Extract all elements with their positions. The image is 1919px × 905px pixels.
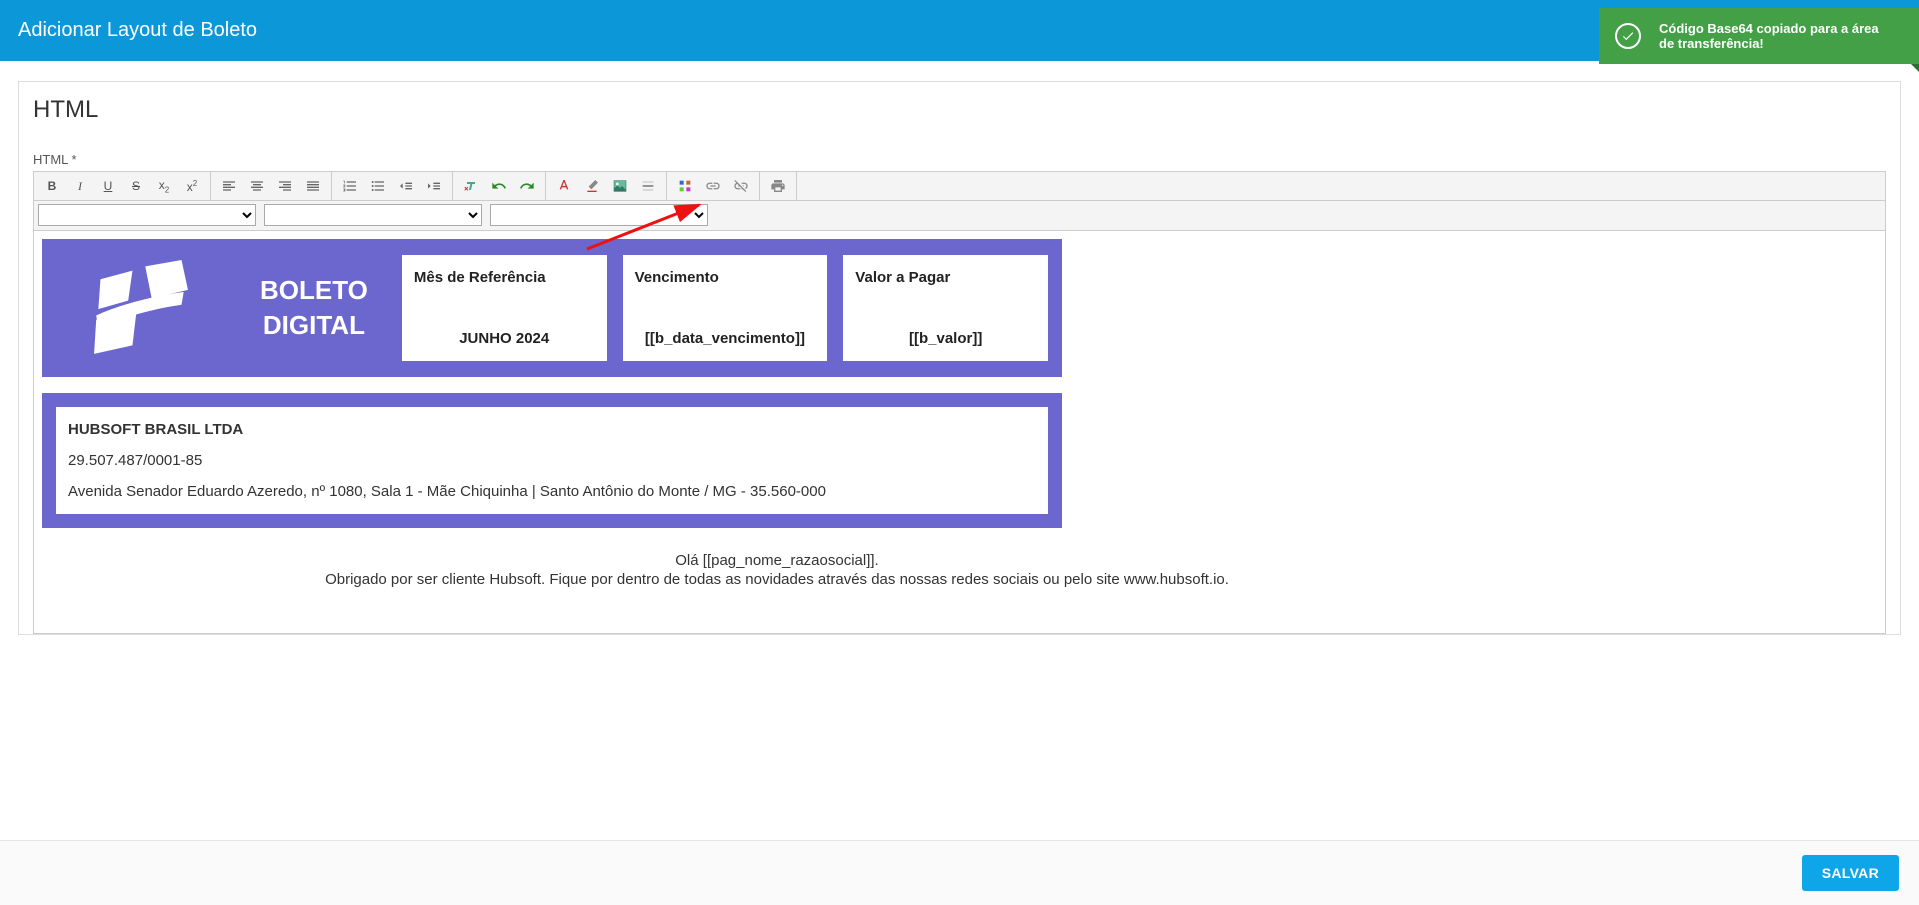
card-mes-referencia: Mês de Referência JUNHO 2024 [402, 255, 607, 361]
background-color-button[interactable] [578, 175, 606, 197]
font-color-button[interactable] [550, 175, 578, 197]
font-size-select[interactable] [490, 204, 708, 226]
insert-link-button[interactable] [699, 175, 727, 197]
horizontal-rule-button[interactable] [634, 175, 662, 197]
outdent-button[interactable] [392, 175, 420, 197]
align-left-button[interactable] [215, 175, 243, 197]
subscript-button[interactable]: x2 [150, 175, 178, 197]
card-vencimento: Vencimento [[b_data_vencimento]] [623, 255, 828, 361]
ordered-list-button[interactable] [336, 175, 364, 197]
toast-notification: Código Base64 copiado para a área de tra… [1599, 8, 1919, 64]
bold-button[interactable]: B [38, 175, 66, 197]
card-value: [[b_valor]] [855, 330, 1036, 347]
card-label: Mês de Referência [414, 269, 595, 286]
field-label: HTML * [33, 152, 1886, 167]
toast-corner [1911, 64, 1919, 72]
save-button[interactable]: SALVAR [1802, 855, 1899, 891]
rich-text-editor: B I U S x2 x2 [33, 171, 1886, 634]
italic-button[interactable]: I [66, 175, 94, 197]
boleto-header-block: BOLETODIGITAL Mês de Referência JUNHO 20… [42, 239, 1062, 377]
unordered-list-button[interactable] [364, 175, 392, 197]
editor-toolbar: B I U S x2 x2 [34, 172, 1885, 201]
superscript-button[interactable]: x2 [178, 175, 206, 197]
editor-content-area[interactable]: BOLETODIGITAL Mês de Referência JUNHO 20… [34, 231, 1885, 633]
page-footer: SALVAR [0, 840, 1919, 905]
unlink-button[interactable] [727, 175, 755, 197]
toast-message: Código Base64 copiado para a área de tra… [1659, 21, 1897, 51]
editor-toolbar-selects [34, 201, 1885, 231]
company-logo [56, 255, 226, 361]
underline-button[interactable]: U [94, 175, 122, 197]
align-right-button[interactable] [271, 175, 299, 197]
boleto-title: BOLETODIGITAL [242, 255, 386, 361]
font-family-select[interactable] [264, 204, 482, 226]
html-panel: HTML HTML * B I U S x2 x2 [18, 81, 1901, 635]
greeting-text: Olá [[pag_nome_razaosocial]]. Obrigado p… [42, 552, 1512, 588]
print-button[interactable] [764, 175, 792, 197]
card-label: Vencimento [635, 269, 816, 286]
special-char-button[interactable] [671, 175, 699, 197]
remove-format-button[interactable] [457, 175, 485, 197]
insert-image-button[interactable] [606, 175, 634, 197]
block-format-select[interactable] [38, 204, 256, 226]
check-icon [1615, 23, 1641, 49]
align-justify-button[interactable] [299, 175, 327, 197]
company-block: HUBSOFT BRASIL LTDA 29.507.487/0001-85 A… [42, 393, 1062, 528]
redo-button[interactable] [513, 175, 541, 197]
card-value: JUNHO 2024 [414, 330, 595, 347]
company-cnpj: 29.507.487/0001-85 [68, 452, 1036, 469]
page-title: Adicionar Layout de Boleto [18, 19, 257, 42]
indent-button[interactable] [420, 175, 448, 197]
align-center-button[interactable] [243, 175, 271, 197]
undo-button[interactable] [485, 175, 513, 197]
strikethrough-button[interactable]: S [122, 175, 150, 197]
card-label: Valor a Pagar [855, 269, 1036, 286]
card-valor: Valor a Pagar [[b_valor]] [843, 255, 1048, 361]
card-value: [[b_data_vencimento]] [635, 330, 816, 347]
company-name: HUBSOFT BRASIL LTDA [68, 421, 1036, 438]
company-address: Avenida Senador Eduardo Azeredo, nº 1080… [68, 483, 1036, 500]
panel-title: HTML [33, 96, 1886, 124]
